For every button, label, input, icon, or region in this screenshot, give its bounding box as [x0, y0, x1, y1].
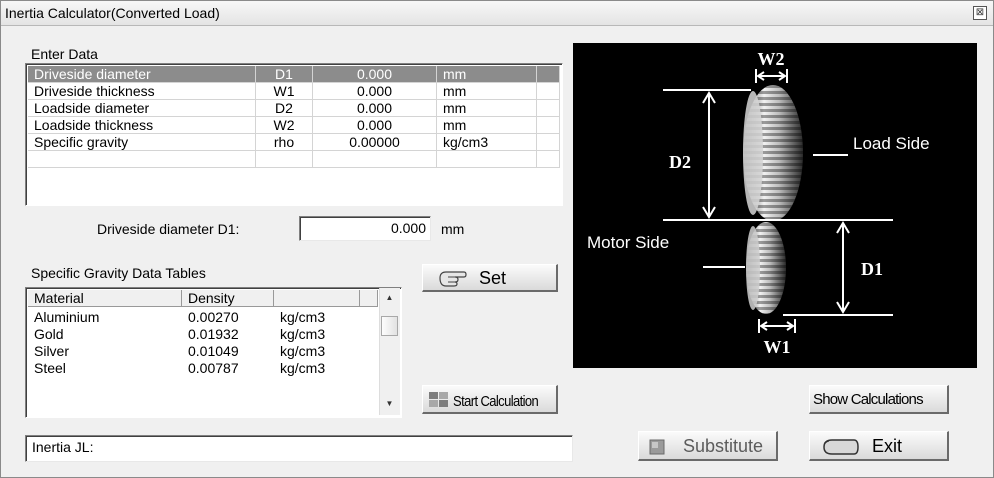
param-symbol-cell: D1: [256, 66, 313, 83]
d2-label: D2: [669, 152, 691, 172]
enter-data-empty-row[interactable]: [26, 151, 560, 168]
driveside-diameter-input[interactable]: 0.000: [299, 216, 431, 241]
param-blank-cell: [537, 100, 560, 117]
start-calculation-label: Start Calculation: [453, 392, 539, 410]
param-symbol-cell: rho: [256, 134, 313, 151]
set-button-label: Set: [479, 268, 507, 288]
param-name-cell: Specific gravity: [28, 134, 256, 151]
param-blank-cell: [537, 134, 560, 151]
param-unit-cell: mm: [437, 66, 537, 83]
w1-label: W1: [764, 337, 791, 357]
material-cell: Aluminium: [34, 309, 100, 325]
density-cell: 0.00270: [188, 309, 239, 325]
exit-button[interactable]: Exit: [809, 431, 949, 461]
param-unit-cell: mm: [437, 117, 537, 134]
scroll-thumb[interactable]: [381, 316, 398, 336]
header-unit[interactable]: [274, 290, 360, 307]
title-bar: Inertia Calculator(Converted Load) ⊠: [1, 1, 993, 26]
close-button[interactable]: ⊠: [973, 6, 987, 20]
w2-label: W2: [758, 49, 785, 69]
edit-unit-label: mm: [441, 221, 465, 237]
substitute-label: Substitute: [683, 436, 764, 456]
substitute-button[interactable]: Substitute: [638, 431, 778, 461]
load-side-label: Load Side: [853, 134, 930, 153]
unit-cell: kg/cm3: [280, 360, 326, 376]
gravity-table-scrollbar[interactable]: ▲ ▼: [379, 288, 400, 415]
density-cell: 0.01932: [188, 326, 239, 342]
show-calculations-button[interactable]: Show Calculations: [809, 385, 949, 414]
param-value-cell: [313, 151, 437, 168]
header-material[interactable]: Material: [28, 290, 182, 307]
param-name-cell: [28, 151, 256, 168]
header-blank[interactable]: [360, 290, 378, 307]
param-unit-cell: kg/cm3: [437, 134, 537, 151]
exit-pointer-icon: [823, 439, 859, 455]
set-button[interactable]: Set: [422, 264, 558, 292]
gravity-table-row[interactable]: Aluminium 0.00270 kg/cm3: [26, 309, 378, 326]
gravity-table-label: Specific Gravity Data Tables: [31, 265, 206, 281]
d1-label: D1: [861, 259, 883, 279]
param-name-cell: Loadside diameter: [28, 100, 256, 117]
inertia-result-field[interactable]: Inertia JL:: [25, 435, 573, 462]
header-density[interactable]: Density: [182, 290, 274, 307]
enter-data-row[interactable]: Driveside thickness W1 0.000 mm: [26, 83, 560, 100]
param-value-cell: 0.000: [313, 66, 437, 83]
window-title: Inertia Calculator(Converted Load): [5, 5, 220, 21]
param-blank-cell: [537, 66, 560, 83]
calculator-grid-icon: [429, 392, 448, 407]
gravity-table-grid[interactable]: ▲ ▼ Material Density Aluminium 0.00270 kg/cm…: [25, 287, 402, 418]
edit-field-label: Driveside diameter D1:: [97, 221, 240, 237]
show-calculations-label: Show Calculations: [813, 391, 924, 408]
gravity-table-row[interactable]: Gold 0.01932 kg/cm3: [26, 326, 378, 343]
param-unit-cell: mm: [437, 100, 537, 117]
param-blank-cell: [537, 117, 560, 134]
unit-cell: kg/cm3: [280, 343, 326, 359]
param-symbol-cell: D2: [256, 100, 313, 117]
param-symbol-cell: [256, 151, 313, 168]
gear-diagram-svg: W2 D2 D1 W1 Load Side Motor Side: [587, 49, 930, 357]
param-symbol-cell: W2: [256, 117, 313, 134]
param-value-cell: 0.000: [313, 117, 437, 134]
material-cell: Steel: [34, 360, 66, 376]
enter-data-row[interactable]: Loadside thickness W2 0.000 mm: [26, 117, 560, 134]
load-gear-icon: [743, 85, 803, 221]
gravity-table-header: Material Density: [26, 290, 378, 307]
scroll-up-icon[interactable]: ▲: [380, 290, 399, 306]
density-cell: 0.01049: [188, 343, 239, 359]
inertia-calculator-window: Inertia Calculator(Converted Load) ⊠ Ent…: [0, 0, 994, 478]
param-value-cell: 0.000: [313, 100, 437, 117]
substitute-icon: [649, 439, 665, 455]
scroll-down-icon[interactable]: ▼: [380, 396, 399, 412]
exit-label: Exit: [872, 436, 903, 456]
motor-gear-icon: [746, 222, 786, 314]
param-value-cell: 0.000: [313, 83, 437, 100]
param-name-cell: Loadside thickness: [28, 117, 256, 134]
gravity-table-row[interactable]: Steel 0.00787 kg/cm3: [26, 360, 378, 377]
gear-diagram: W2 D2 D1 W1 Load Side Motor Side: [573, 43, 977, 368]
motor-side-label: Motor Side: [587, 233, 669, 252]
density-cell: 0.00787: [188, 360, 239, 376]
param-name-cell: Driveside thickness: [28, 83, 256, 100]
param-unit-cell: mm: [437, 83, 537, 100]
enter-data-grid[interactable]: Driveside diameter D1 0.000 mm Driveside thi…: [25, 63, 563, 206]
param-blank-cell: [537, 83, 560, 100]
driveside-diameter-value: 0.000: [390, 220, 426, 236]
pointing-hand-icon: [439, 271, 467, 287]
param-unit-cell: [437, 151, 537, 168]
material-cell: Gold: [34, 326, 64, 342]
start-calculation-button[interactable]: Start Calculation: [422, 385, 558, 414]
enter-data-row[interactable]: Driveside diameter D1 0.000 mm: [26, 66, 560, 83]
material-cell: Silver: [34, 343, 70, 359]
unit-cell: kg/cm3: [280, 309, 326, 325]
inertia-result-label: Inertia JL:: [32, 439, 94, 455]
param-symbol-cell: W1: [256, 83, 313, 100]
enter-data-row[interactable]: Specific gravity rho 0.00000 kg/cm3: [26, 134, 560, 151]
unit-cell: kg/cm3: [280, 326, 326, 342]
param-name-cell: Driveside diameter: [28, 66, 256, 83]
enter-data-row[interactable]: Loadside diameter D2 0.000 mm: [26, 100, 560, 117]
param-blank-cell: [537, 151, 560, 168]
param-value-cell: 0.00000: [313, 134, 437, 151]
gravity-table-row[interactable]: Silver 0.01049 kg/cm3: [26, 343, 378, 360]
enter-data-label: Enter Data: [31, 46, 98, 62]
